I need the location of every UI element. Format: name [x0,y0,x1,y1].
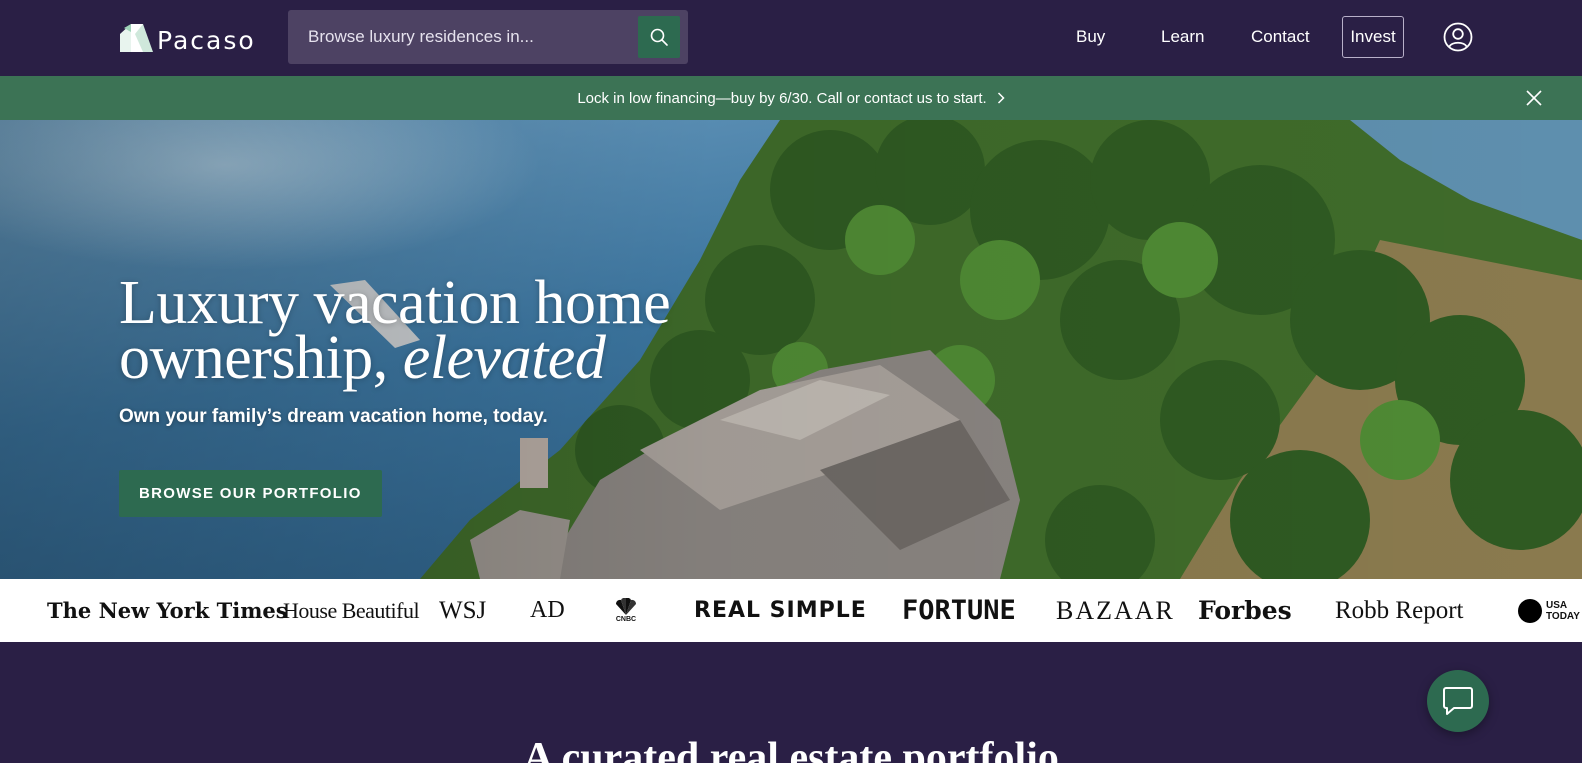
cnbc-peacock-icon [615,598,637,615]
browse-portfolio-button[interactable]: BROWSE OUR PORTFOLIO [119,470,382,517]
chevron-right-icon [997,92,1005,104]
portfolio-section: A curated real estate portfolio [0,642,1582,763]
chat-bubble-icon [1443,687,1473,715]
nav-buy[interactable]: Buy [1076,16,1105,58]
press-logo-bazaar: BAZAAR [1056,595,1175,625]
pacaso-logo[interactable]: Pacaso [119,20,256,55]
press-logo-wsj: WSJ [439,596,487,624]
hero-section: Luxury vacation home ownership, elevated… [0,120,1582,579]
search-button[interactable] [638,16,680,58]
press-logo-cnbc: CNBC [612,579,640,642]
chat-button[interactable] [1427,670,1489,732]
page: Pacaso Buy Learn Contact Invest L [0,0,1582,763]
promo-banner-text: Lock in low financing—buy by 6/30. Call … [577,89,987,107]
account-button[interactable] [1443,22,1473,52]
logo-wordmark: Pacaso [157,26,256,55]
promo-banner: Lock in low financing—buy by 6/30. Call … [0,76,1582,120]
press-logo-ad: AD [530,597,565,623]
press-logo-robb-report: Robb Report [1335,596,1464,624]
search-bar [288,10,688,64]
user-account-icon [1443,22,1473,52]
site-header: Pacaso Buy Learn Contact Invest [0,0,1582,76]
press-logo-usa-today: USA TODAY [1518,579,1580,642]
hero-content: Luxury vacation home ownership, elevated… [119,272,719,517]
pacaso-house-icon [120,23,153,52]
hero-title-italic: elevated [402,324,606,392]
hero-subtitle: Own your family’s dream vacation home, t… [119,406,548,427]
hero-title: Luxury vacation home ownership, elevated [119,272,719,389]
search-icon [650,28,668,46]
cnbc-wordmark: CNBC [615,616,637,623]
usa-today-circle-icon [1518,598,1542,623]
press-logo-house-beautiful: House Beautiful [283,597,420,623]
promo-banner-link[interactable]: Lock in low financing—buy by 6/30. Call … [577,89,1005,107]
press-logo-real-simple: REAL SIMPLE [694,598,867,623]
close-icon[interactable] [1525,89,1543,107]
section-title: A curated real estate portfolio [523,735,1059,763]
nav-invest-button[interactable]: Invest [1342,16,1404,58]
usa-today-wordmark: USA TODAY [1546,599,1580,622]
nav-learn[interactable]: Learn [1161,16,1204,58]
hero-title-line2: ownership, [119,324,388,392]
nav-contact[interactable]: Contact [1251,16,1310,58]
press-logo-fortune: FORTUNE [902,595,1016,626]
press-logos-bar: The New York Times House Beautiful WSJ A… [0,579,1582,642]
press-logo-forbes: Forbes [1198,596,1292,625]
press-logo-nyt: The New York Times [47,598,288,623]
search-input[interactable] [288,10,633,64]
